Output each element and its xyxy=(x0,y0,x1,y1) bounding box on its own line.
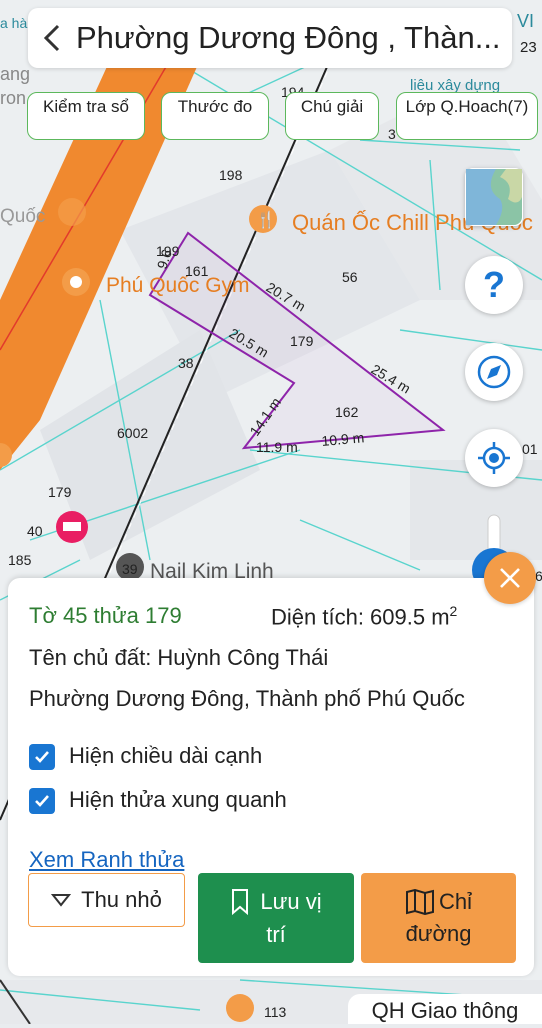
lot-number: 162 xyxy=(335,404,359,420)
tron-label: ron xyxy=(0,88,26,108)
lot-number: 161 xyxy=(185,263,209,279)
save-location-button[interactable]: Lưu vị trí xyxy=(198,873,354,963)
qh-giao-thong-label: QH Giao thông xyxy=(348,994,542,1024)
quoc-label: Quốc xyxy=(0,206,45,227)
chevron-left-icon xyxy=(43,24,60,52)
close-icon xyxy=(500,568,520,588)
lot-number: 198 xyxy=(219,167,243,183)
show-edge-length-checkbox[interactable] xyxy=(29,744,55,770)
num-label: 23 xyxy=(520,39,537,56)
collapse-button[interactable]: Thu nhỏ xyxy=(28,873,185,927)
lot-number: 56 xyxy=(342,269,358,285)
help-button[interactable]: ? xyxy=(465,256,523,314)
chip-check-book[interactable]: Kiểm tra sổ xyxy=(27,92,145,140)
owner-name: Tên chủ đất: Huỳnh Công Thái xyxy=(29,645,329,670)
lot-number: 179 xyxy=(48,484,72,500)
lot-number: 179 xyxy=(290,333,314,349)
back-button[interactable] xyxy=(28,8,76,68)
lot-number: 40 xyxy=(27,523,43,539)
header-bar: Phường Dương Đông , Thàn... xyxy=(28,8,512,68)
lot-number: 6 xyxy=(535,568,542,584)
compass-button[interactable] xyxy=(465,343,523,401)
vi-label: VI xyxy=(517,11,534,31)
page-title: Phường Dương Đông , Thàn... xyxy=(76,20,501,55)
place-icon xyxy=(58,198,86,226)
area-value: Diện tích: 609.5 m2 xyxy=(271,603,458,630)
show-neighbor-checkbox[interactable] xyxy=(29,788,55,814)
lot-number: 3 xyxy=(388,126,396,142)
sheet-lot-number: Tờ 45 thửa 179 xyxy=(29,603,182,628)
show-neighbor-label[interactable]: Hiện thửa xung quanh xyxy=(69,787,287,813)
bookmark-icon xyxy=(232,889,249,916)
locate-button[interactable] xyxy=(465,429,523,487)
triangle-down-icon xyxy=(51,894,72,907)
view-parcel-boundary-link[interactable]: Xem Ranh thửa xyxy=(29,847,184,873)
ha-label: a hà xyxy=(0,15,27,31)
map-icon xyxy=(405,889,434,915)
close-panel-button[interactable] xyxy=(484,552,536,604)
address: Phường Dương Đông, Thành phố Phú Quốc xyxy=(29,686,465,711)
ang-label: ang xyxy=(0,64,30,84)
chip-planning-layer[interactable]: Lớp Q.Hoach(7) xyxy=(396,92,538,140)
satellite-icon xyxy=(466,169,522,225)
locate-icon xyxy=(478,442,510,474)
edge-length: 11.9 m xyxy=(256,439,298,455)
lot-number: 01 xyxy=(522,441,538,457)
lot-number: 185 xyxy=(8,552,32,568)
question-icon: ? xyxy=(483,264,505,305)
check-icon xyxy=(35,751,49,763)
compass-icon xyxy=(477,355,511,389)
parcel-info-panel: Tờ 45 thửa 179 Diện tích: 609.5 m2 Tên c… xyxy=(8,578,534,976)
svg-text:🍴: 🍴 xyxy=(256,210,276,229)
restaurant-icon-2[interactable] xyxy=(226,994,254,1022)
chip-legend[interactable]: Chú giải xyxy=(285,92,379,140)
map-layer-button[interactable] xyxy=(465,168,523,226)
lot-number: 113 xyxy=(264,1004,287,1020)
directions-button[interactable]: Chỉ đường xyxy=(361,873,516,963)
lot-number: 38 xyxy=(178,355,194,371)
show-edge-length-label[interactable]: Hiện chiều dài cạnh xyxy=(69,743,262,769)
check-icon xyxy=(35,795,49,807)
chip-ruler[interactable]: Thước đo xyxy=(161,92,269,140)
gym-label: Phú Quốc Gym xyxy=(106,274,250,297)
lot-number: 6002 xyxy=(117,425,148,441)
lot-number: 39 xyxy=(122,561,138,577)
